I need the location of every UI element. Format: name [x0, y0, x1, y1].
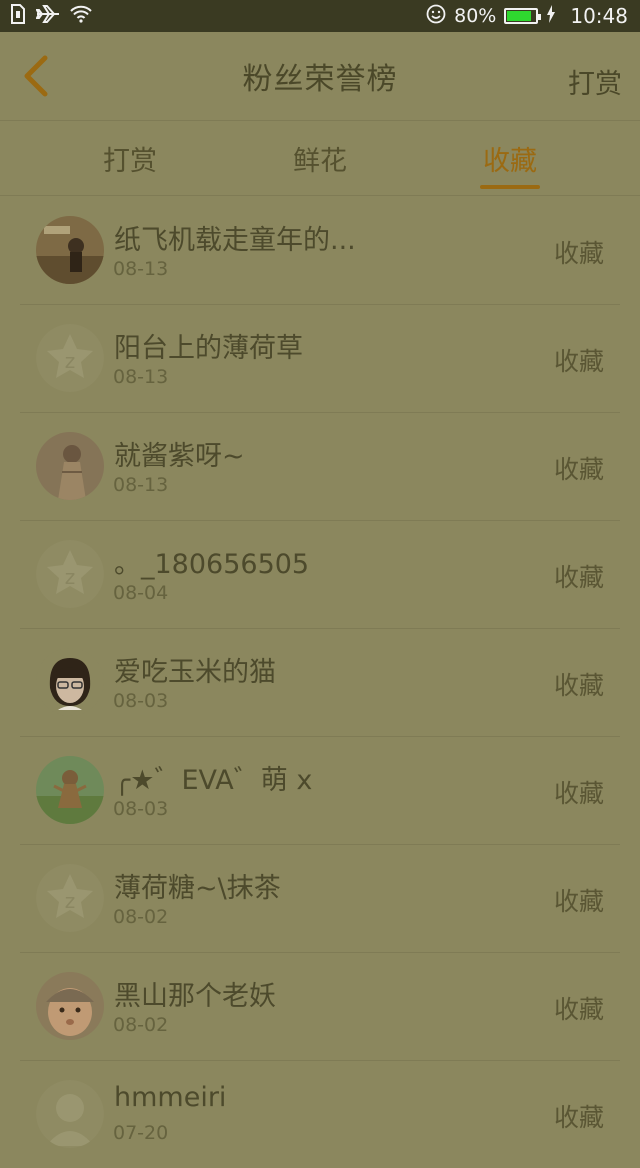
- photo-avatar-icon: [36, 216, 104, 284]
- fan-name: ╭★゛EVA゛萌 x: [114, 765, 313, 796]
- airplane-icon: [35, 4, 60, 29]
- list-item[interactable]: 爱吃玉米的猫 08-03 收藏: [0, 628, 640, 736]
- status-right: 80% 10:48: [426, 4, 640, 29]
- svg-text:z: z: [65, 565, 76, 589]
- fan-date: 08-13: [113, 474, 169, 496]
- list-item[interactable]: z 阳台上的薄荷草 08-13 收藏: [0, 304, 640, 412]
- avatar: [36, 432, 104, 500]
- fan-name: 黑山那个老妖: [114, 981, 276, 1012]
- fan-date: 08-13: [113, 366, 169, 388]
- collect-label: 收藏: [553, 1103, 604, 1132]
- baby-photo-avatar-icon: [36, 972, 104, 1040]
- fan-date: 08-02: [113, 1014, 169, 1036]
- collect-label: 收藏: [553, 239, 604, 268]
- fan-date: 08-02: [113, 906, 169, 928]
- header: 粉丝荣誉榜 打赏: [0, 32, 640, 121]
- status-bar: 80% 10:48: [0, 0, 640, 32]
- clock: 10:48: [570, 4, 628, 28]
- avatar: z: [36, 540, 104, 608]
- fan-date: 08-13: [113, 258, 169, 280]
- avatar: z: [36, 324, 104, 392]
- list-item[interactable]: 就酱紫呀~ 08-13 收藏: [0, 412, 640, 520]
- collect-label: 收藏: [553, 887, 604, 916]
- collect-label: 收藏: [553, 779, 604, 808]
- collect-label: 收藏: [553, 347, 604, 376]
- fan-name: 。_180656505: [114, 549, 310, 580]
- collect-label: 收藏: [553, 455, 604, 484]
- svg-text:z: z: [65, 889, 76, 913]
- fan-date: 07-20: [113, 1122, 169, 1144]
- fan-name: 纸飞机载走童年的...: [114, 225, 356, 256]
- fan-date: 08-03: [113, 798, 169, 820]
- tab-reward[interactable]: 打赏: [70, 121, 190, 195]
- chevron-left-icon: [24, 55, 48, 97]
- battery-level: [507, 11, 532, 21]
- list-item[interactable]: z 。_180656505 08-04 收藏: [0, 520, 640, 628]
- avatar: [36, 216, 104, 284]
- list-item[interactable]: ╭★゛EVA゛萌 x 08-03 收藏: [0, 736, 640, 844]
- fan-name: 爱吃玉米的猫: [114, 657, 276, 688]
- list-item[interactable]: z 薄荷糖~\抹茶 08-02 收藏: [0, 844, 640, 952]
- fan-name: 薄荷糖~\抹茶: [114, 873, 281, 904]
- back-button[interactable]: [16, 54, 56, 98]
- avatar: [36, 972, 104, 1040]
- battery-icon: [504, 8, 542, 24]
- fan-list: 纸飞机载走童年的... 08-13 收藏 z 阳台上的薄荷草 08-13 收藏 …: [0, 196, 640, 1168]
- tab-bar: 打赏 鲜花 收藏: [0, 121, 640, 196]
- fan-date: 08-03: [113, 690, 169, 712]
- collect-label: 收藏: [553, 563, 604, 592]
- default-avatar-icon: z: [36, 540, 104, 608]
- avatar: z: [36, 864, 104, 932]
- avatar: [36, 648, 104, 716]
- fan-name: 就酱紫呀~: [114, 441, 245, 472]
- list-item[interactable]: 黑山那个老妖 08-02 收藏: [0, 952, 640, 1060]
- charging-icon: [546, 4, 556, 28]
- cartoon-girl-avatar-icon: [36, 648, 104, 716]
- fan-name: hmmeiri: [114, 1082, 227, 1113]
- default-avatar-icon: z: [36, 324, 104, 392]
- reward-button[interactable]: 打赏: [568, 62, 622, 101]
- smiley-icon: [426, 4, 446, 29]
- collect-label: 收藏: [553, 995, 604, 1024]
- fan-name: 阳台上的薄荷草: [114, 333, 303, 364]
- page-title: 粉丝荣誉榜: [242, 62, 398, 97]
- avatar: [36, 756, 104, 824]
- tab-collect[interactable]: 收藏: [450, 121, 570, 195]
- list-item[interactable]: hmmeiri 07-20 收藏: [0, 1060, 640, 1168]
- tab-flowers[interactable]: 鲜花: [260, 121, 380, 195]
- list-item[interactable]: 纸飞机载走童年的... 08-13 收藏: [0, 196, 640, 304]
- collect-label: 收藏: [553, 671, 604, 700]
- status-left: [0, 3, 92, 29]
- photo-avatar-icon: [36, 432, 104, 500]
- sim-icon: [10, 3, 26, 29]
- fan-date: 08-04: [113, 582, 169, 604]
- wifi-icon: [70, 5, 92, 28]
- svg-text:z: z: [65, 349, 76, 373]
- battery-percent: 80%: [454, 5, 497, 27]
- default-avatar-icon: z: [36, 864, 104, 932]
- photo-avatar-icon: [36, 756, 104, 824]
